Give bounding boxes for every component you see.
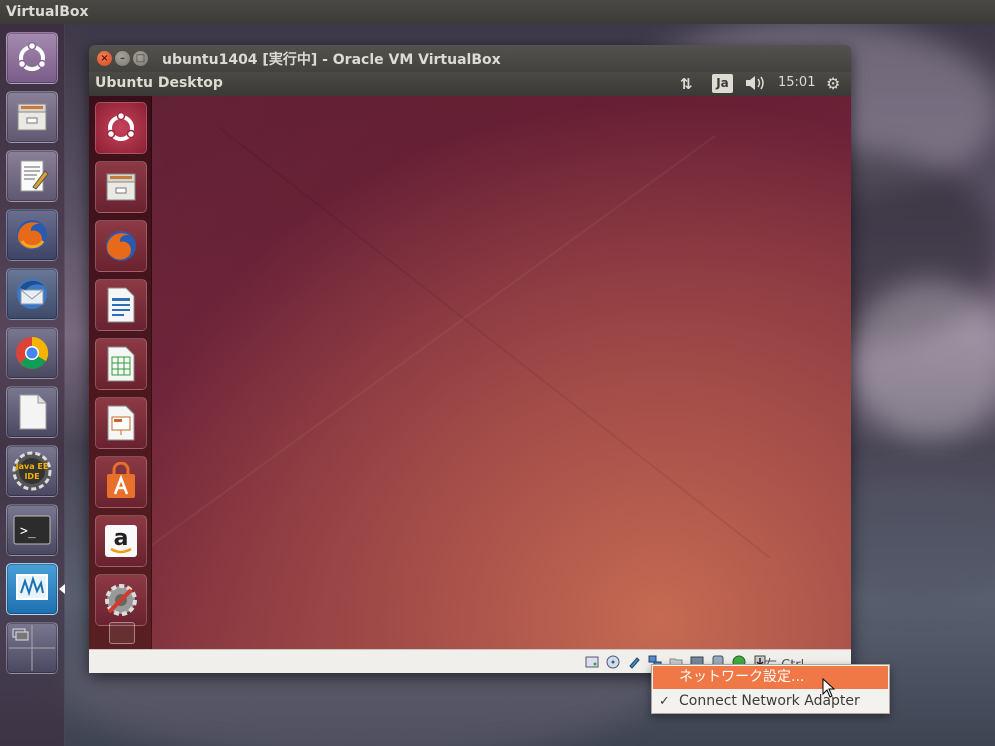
workspace-switcher-icon[interactable]	[6, 622, 58, 674]
clock[interactable]: 15:01	[778, 75, 815, 90]
volume-icon[interactable]	[744, 75, 766, 95]
guest-calc-icon[interactable]	[95, 338, 147, 390]
firefox-icon[interactable]	[6, 209, 58, 261]
minimize-button[interactable]: –	[115, 51, 130, 66]
guest-impress-icon[interactable]	[95, 397, 147, 449]
top-panel: VirtualBox	[0, 0, 995, 24]
virtualbox-window: × – □ ubuntu1404 [実行中] - Oracle VM Virtu…	[89, 45, 851, 673]
chrome-icon[interactable]	[6, 327, 58, 379]
guest-panel-title: Ubuntu Desktop	[95, 75, 223, 91]
settings-gear-icon[interactable]: ⚙	[826, 74, 840, 93]
guest-writer-icon[interactable]	[95, 279, 147, 331]
maximize-button[interactable]: □	[133, 51, 148, 66]
guest-system-settings-icon[interactable]	[95, 574, 147, 626]
svg-text:IDE: IDE	[24, 472, 39, 481]
network-context-menu: ネットワーク設定... ✓ Connect Network Adapter	[651, 664, 890, 714]
menu-item-connect-network-adapter[interactable]: ✓ Connect Network Adapter	[653, 690, 888, 713]
javaee-ide-icon[interactable]: Java EE IDE	[6, 445, 58, 497]
guest-top-panel: Ubuntu Desktop ⇅ Ja 15:01 ⚙	[89, 72, 851, 96]
svg-text:>_: >_	[20, 524, 36, 539]
hard-disk-status-icon[interactable]	[583, 654, 601, 670]
terminal-icon[interactable]: >_	[6, 504, 58, 556]
window-titlebar[interactable]: × – □ ubuntu1404 [実行中] - Oracle VM Virtu…	[89, 45, 851, 72]
network-icon[interactable]: ⇅	[680, 75, 693, 93]
menu-item-network-settings[interactable]: ネットワーク設定...	[653, 666, 888, 689]
active-app-name: VirtualBox	[6, 4, 89, 20]
thunderbird-icon[interactable]	[6, 268, 58, 320]
files-icon[interactable]	[6, 91, 58, 143]
window-title: ubuntu1404 [実行中] - Oracle VM VirtualBox	[162, 52, 501, 68]
guest-launcher: a	[89, 96, 152, 649]
guest-dash-icon[interactable]	[95, 102, 147, 154]
guest-trash-icon[interactable]	[109, 622, 135, 644]
active-indicator	[59, 584, 65, 594]
text-editor-icon[interactable]	[6, 150, 58, 202]
dash-icon[interactable]	[6, 32, 58, 84]
maximize-icon: □	[135, 52, 146, 64]
guest-desktop	[89, 96, 851, 649]
svg-text:a: a	[114, 526, 129, 551]
guest-firefox-icon[interactable]	[95, 220, 147, 272]
optical-drive-status-icon[interactable]	[604, 654, 622, 670]
guest-amazon-icon[interactable]: a	[95, 515, 147, 567]
virtualbox-icon[interactable]	[6, 563, 58, 615]
input-method-indicator[interactable]: Ja	[712, 74, 733, 93]
usb-status-icon[interactable]	[625, 654, 643, 670]
close-icon: ×	[100, 52, 109, 64]
mouse-pointer-icon	[822, 677, 836, 702]
guest-files-icon[interactable]	[95, 161, 147, 213]
guest-software-center-icon[interactable]	[95, 456, 147, 508]
checkmark-icon: ✓	[659, 694, 670, 709]
minimize-icon: –	[120, 52, 125, 64]
libreoffice-icon[interactable]	[6, 386, 58, 438]
host-launcher: Java EE IDE >_	[0, 24, 65, 746]
svg-text:Java EE: Java EE	[15, 462, 49, 471]
close-button[interactable]: ×	[97, 51, 112, 66]
menu-item-label: ネットワーク設定...	[679, 669, 805, 685]
